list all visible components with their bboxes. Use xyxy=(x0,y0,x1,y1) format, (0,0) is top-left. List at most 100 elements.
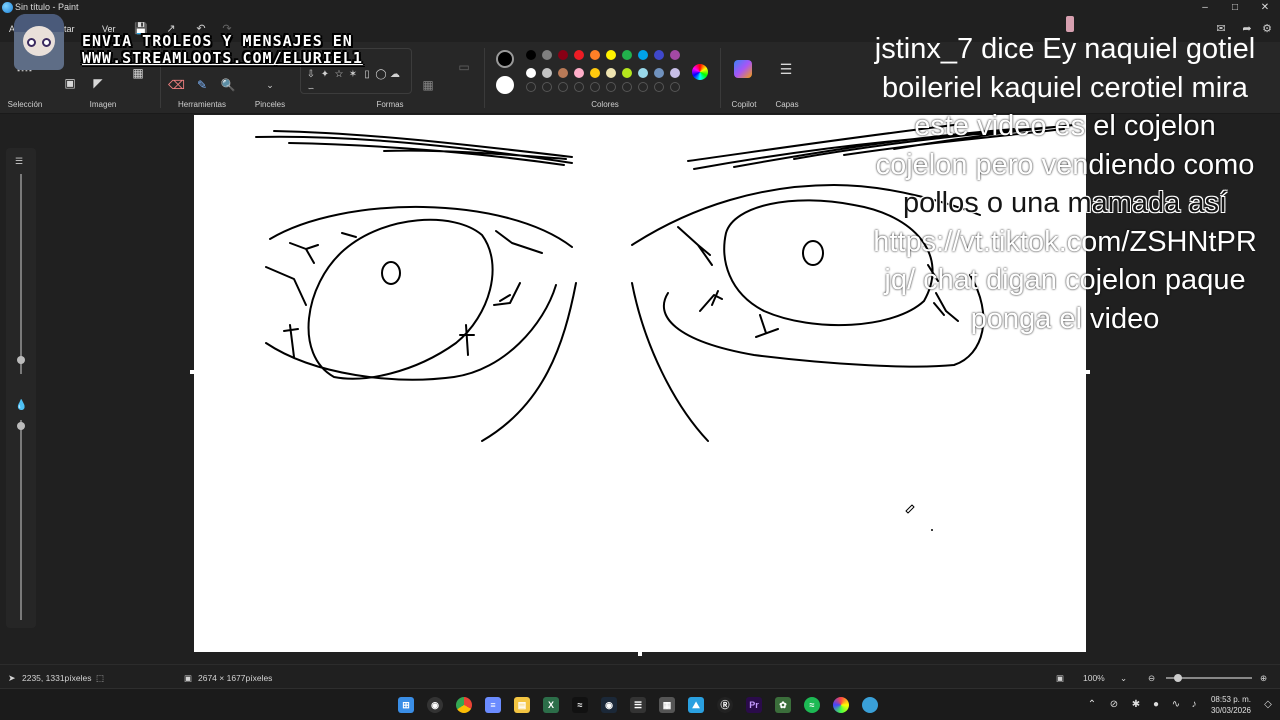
audio-app-icon[interactable]: ≈ xyxy=(572,697,588,713)
palette-swatch[interactable] xyxy=(606,68,616,78)
palette-swatch[interactable] xyxy=(590,50,600,60)
paint-taskbar-icon[interactable] xyxy=(862,697,878,713)
shape-star4[interactable]: ✦ xyxy=(319,69,331,81)
resize-icon[interactable]: ▣ xyxy=(62,76,78,92)
zoom-dropdown-chevron-icon[interactable]: ⌄ xyxy=(1120,673,1127,684)
secondary-color[interactable] xyxy=(496,76,514,94)
layers-icon[interactable]: ☰ xyxy=(778,62,794,78)
maximize-button[interactable]: □ xyxy=(1220,0,1250,16)
notepad-icon[interactable]: ≡ xyxy=(485,697,501,713)
zoom-slider-knob[interactable] xyxy=(1174,674,1182,682)
browser-icon[interactable] xyxy=(833,697,849,713)
palette-swatch[interactable] xyxy=(638,50,648,60)
custom-color-slot[interactable] xyxy=(622,82,632,92)
edit-colors-icon[interactable] xyxy=(692,64,708,80)
chrome-icon[interactable] xyxy=(456,697,472,713)
excel-icon[interactable]: X xyxy=(543,697,559,713)
palette-swatch[interactable] xyxy=(622,50,632,60)
palette-swatch[interactable] xyxy=(590,68,600,78)
tray-network-off-icon[interactable]: ⊘ xyxy=(1108,699,1120,710)
steam-icon[interactable]: ◉ xyxy=(601,697,617,713)
notification-bell-icon[interactable]: ◇ xyxy=(1262,699,1274,710)
shape-outline-icon[interactable]: ▦ xyxy=(420,78,436,94)
shape-callout-oval[interactable]: ◯ xyxy=(375,69,387,81)
chat-message-overlay: jstinx_7 dice Ey naquiel gotiel boilerie… xyxy=(850,30,1280,338)
palette-swatch[interactable] xyxy=(558,68,568,78)
size-slider-track[interactable] xyxy=(20,174,22,374)
magnifier-icon[interactable]: 🔍 xyxy=(220,78,236,94)
taskbar-clock[interactable]: 08:53 p. m. 30/03/2026 xyxy=(1206,694,1256,716)
zoom-level-select[interactable]: 100% xyxy=(1083,673,1105,683)
custom-color-slot[interactable] xyxy=(638,82,648,92)
fit-to-window-icon[interactable]: ▣ xyxy=(1056,673,1064,684)
custom-color-slot[interactable] xyxy=(558,82,568,92)
paint-colors-icon[interactable]: ✿ xyxy=(775,697,791,713)
avatar-eye-right xyxy=(42,38,51,47)
tray-bluetooth-icon[interactable]: ✱ xyxy=(1130,699,1142,710)
shape-heart[interactable]: ∽ xyxy=(305,83,317,95)
shape-star6[interactable]: ✶ xyxy=(347,69,359,81)
zoom-out-icon[interactable]: ⊖ xyxy=(1148,673,1155,684)
group-label-tools: Herramientas xyxy=(177,100,226,109)
canvas-resize-handle-bottom[interactable] xyxy=(638,652,642,656)
tray-chevron-icon[interactable]: ⌃ xyxy=(1086,699,1098,710)
tray-wifi-icon[interactable]: ∿ xyxy=(1170,699,1182,710)
file-explorer-icon[interactable]: ▤ xyxy=(514,697,530,713)
divider xyxy=(484,48,485,108)
tray-volume-icon[interactable]: ♪ xyxy=(1188,699,1200,710)
tray-mic-icon[interactable]: ● xyxy=(1150,699,1162,710)
copilot-icon[interactable] xyxy=(734,60,752,78)
palette-swatch[interactable] xyxy=(526,50,536,60)
palette-swatch[interactable] xyxy=(654,68,664,78)
shape-fill-icon[interactable]: ▭ xyxy=(456,60,472,76)
shape-star5[interactable]: ☆ xyxy=(333,69,345,81)
shape-callout-rect[interactable]: ▯ xyxy=(361,69,373,81)
custom-color-slot[interactable] xyxy=(654,82,664,92)
palette-swatch[interactable] xyxy=(606,50,616,60)
palette-swatch[interactable] xyxy=(574,68,584,78)
obs-icon[interactable]: ◉ xyxy=(427,697,443,713)
photos-icon[interactable]: ⛰ xyxy=(688,697,704,713)
palette-swatch[interactable] xyxy=(558,50,568,60)
palette-swatch[interactable] xyxy=(542,68,552,78)
premiere-icon[interactable]: Pr xyxy=(746,697,762,713)
group-label-layers: Capas xyxy=(775,100,799,109)
palette-swatch[interactable] xyxy=(670,50,680,60)
custom-color-slot[interactable] xyxy=(590,82,600,92)
canvas-resize-handle-right[interactable] xyxy=(1086,370,1090,374)
crop-image-icon[interactable]: ▦ xyxy=(130,66,146,82)
color-picker-icon[interactable]: ✎ xyxy=(194,78,210,94)
spotify-icon[interactable]: ≈ xyxy=(804,697,820,713)
palette-swatch[interactable] xyxy=(574,50,584,60)
palette-swatch[interactable] xyxy=(526,68,536,78)
eraser-icon[interactable]: ⌫ xyxy=(168,78,185,94)
capcut-icon[interactable]: Ⓡ xyxy=(717,697,733,713)
calculator-icon[interactable]: ▦ xyxy=(659,697,675,713)
palette-swatch[interactable] xyxy=(542,50,552,60)
zoom-in-icon[interactable]: ⊕ xyxy=(1260,673,1267,684)
custom-color-slot[interactable] xyxy=(542,82,552,92)
group-label-shapes: Formas xyxy=(376,100,404,109)
opacity-slider-knob[interactable] xyxy=(17,422,25,430)
canvas-resize-handle-left[interactable] xyxy=(190,370,194,374)
opacity-slider-track[interactable] xyxy=(20,420,22,620)
palette-swatch[interactable] xyxy=(670,68,680,78)
palette-swatch[interactable] xyxy=(654,50,664,60)
custom-color-slot[interactable] xyxy=(574,82,584,92)
custom-color-slot[interactable] xyxy=(670,82,680,92)
shape-arrow-down[interactable]: ⇩ xyxy=(305,69,317,81)
shape-callout-cloud[interactable]: ☁ xyxy=(389,69,401,81)
size-slider-knob[interactable] xyxy=(17,356,25,364)
primary-color[interactable] xyxy=(496,50,514,68)
brush-dropdown-icon[interactable]: ⌄ xyxy=(262,78,278,94)
custom-color-slot[interactable] xyxy=(606,82,616,92)
start-windows-icon[interactable]: ⊞ xyxy=(398,697,414,713)
close-button[interactable]: ✕ xyxy=(1250,0,1280,16)
minimize-button[interactable]: – xyxy=(1190,0,1220,16)
palette-swatch[interactable] xyxy=(638,68,648,78)
palette-swatch[interactable] xyxy=(622,68,632,78)
custom-color-slot[interactable] xyxy=(526,82,536,92)
media-app-icon[interactable]: ☰ xyxy=(630,697,646,713)
left-eye-pupil xyxy=(381,261,401,285)
rotate-icon[interactable]: ◤ xyxy=(90,76,106,92)
